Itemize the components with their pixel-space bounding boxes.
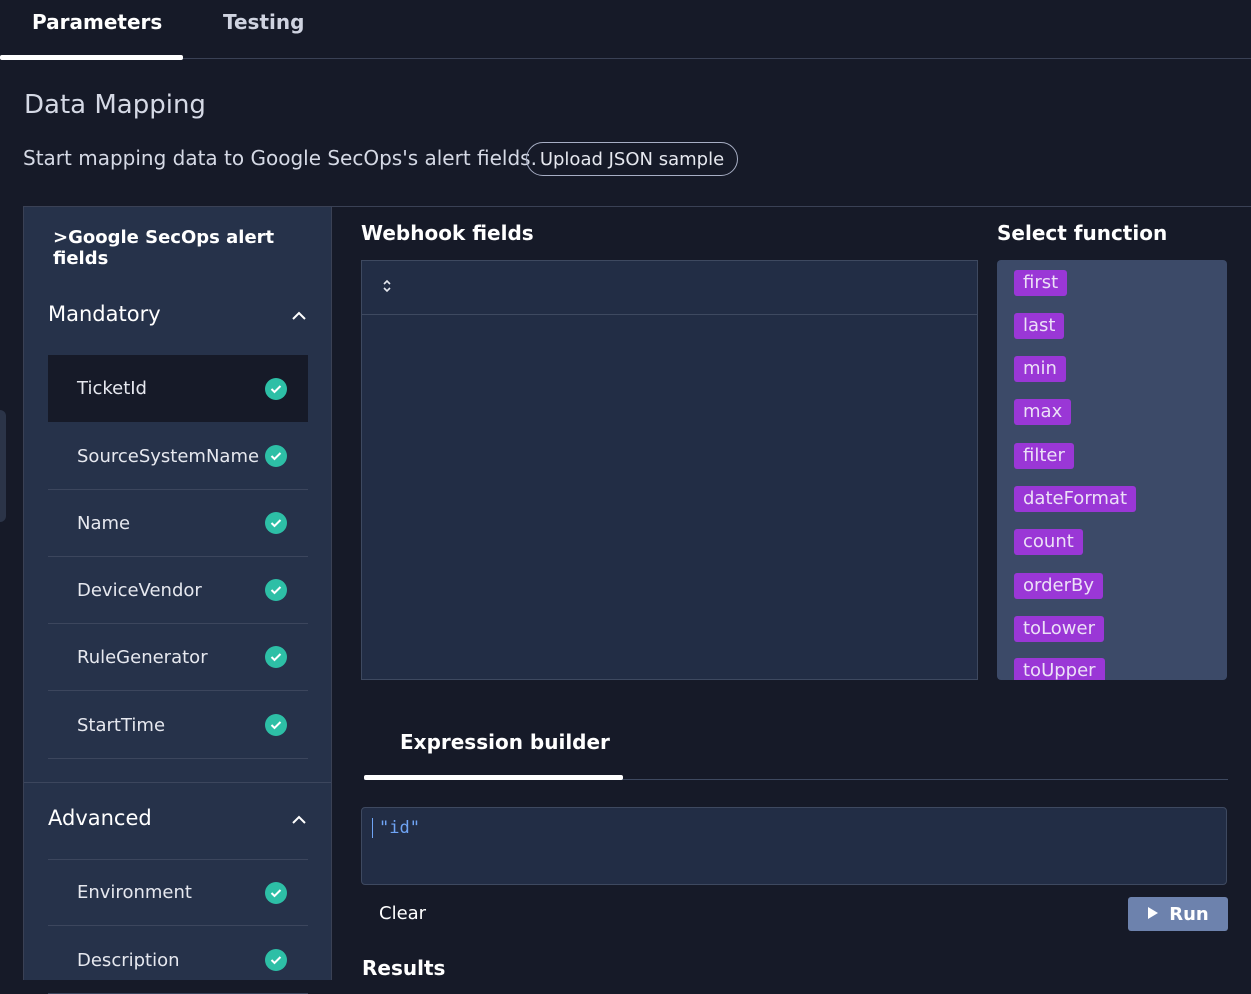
function-chip-last[interactable]: last xyxy=(1014,313,1065,339)
alert-fields-panel: >Google SecOps alert fields Mandatory Ti… xyxy=(24,207,332,994)
field-name: SourceSystemName xyxy=(77,445,260,467)
group-divider xyxy=(24,782,331,783)
data-mapping-area: >Google SecOps alert fields Mandatory Ti… xyxy=(23,206,1251,994)
upload-json-sample-button[interactable]: Upload JSON sample xyxy=(526,142,738,176)
field-name: Environment xyxy=(77,882,192,903)
field-item-name[interactable]: Name xyxy=(48,490,308,557)
expression-text: "id" xyxy=(379,818,420,838)
field-item-ticketid[interactable]: TicketId xyxy=(48,355,308,422)
chevron-up-icon xyxy=(292,809,306,828)
select-function-title: Select function xyxy=(997,221,1168,245)
field-name: Description xyxy=(77,949,180,971)
check-circle-icon xyxy=(265,646,287,668)
play-icon xyxy=(1147,904,1159,925)
clear-button[interactable]: Clear xyxy=(379,903,426,924)
function-chip-dateformat[interactable]: dateFormat xyxy=(1014,486,1137,512)
field-name: RuleGenerator xyxy=(77,646,208,668)
function-chip-filter[interactable]: filter xyxy=(1014,443,1074,469)
alert-fields-title: >Google SecOps alert fields xyxy=(53,227,275,269)
function-chip-min[interactable]: min xyxy=(1014,356,1066,382)
run-label: Run xyxy=(1169,903,1209,925)
webhook-field-select[interactable] xyxy=(362,261,977,315)
field-name: TicketId xyxy=(77,378,147,399)
expression-tab-indicator xyxy=(364,775,623,780)
field-name: DeviceVendor xyxy=(77,579,202,601)
chevron-up-icon xyxy=(292,305,306,324)
webhook-fields-box xyxy=(361,260,978,680)
tab-testing[interactable]: Testing xyxy=(223,10,304,34)
function-chip-first[interactable]: first xyxy=(1014,270,1068,296)
field-item-starttime[interactable]: StartTime xyxy=(48,692,308,759)
text-caret xyxy=(372,818,373,838)
side-collapse-handle[interactable] xyxy=(0,410,6,522)
advanced-label: Advanced xyxy=(48,806,152,830)
advanced-group-header[interactable]: Advanced xyxy=(48,803,308,833)
field-item-rulegenerator[interactable]: RuleGenerator xyxy=(48,624,308,691)
tab-expression-builder[interactable]: Expression builder xyxy=(400,730,610,754)
page-subtitle: Start mapping data to Google SecOps's al… xyxy=(23,146,537,170)
function-chip-toupper[interactable]: toUpper xyxy=(1014,658,1105,680)
field-item-devicevendor[interactable]: DeviceVendor xyxy=(48,557,308,624)
mandatory-label: Mandatory xyxy=(48,302,161,326)
check-circle-icon xyxy=(265,579,287,601)
check-circle-icon xyxy=(265,881,287,904)
check-circle-icon xyxy=(265,512,287,534)
expression-input[interactable]: "id" xyxy=(361,807,1227,885)
field-item-sourcesystemname[interactable]: SourceSystemName xyxy=(48,423,308,490)
check-circle-icon xyxy=(265,377,287,400)
function-chip-tolower[interactable]: toLower xyxy=(1014,616,1104,642)
field-item-environment[interactable]: Environment xyxy=(48,859,308,926)
check-circle-icon xyxy=(265,445,287,467)
tab-parameters[interactable]: Parameters xyxy=(32,10,162,34)
results-title: Results xyxy=(362,956,446,980)
field-name: StartTime xyxy=(77,714,166,736)
function-list: first last min max filter dateFormat cou… xyxy=(997,260,1227,680)
check-circle-icon xyxy=(265,949,287,971)
field-item-description[interactable]: Description xyxy=(48,927,308,994)
run-button[interactable]: Run xyxy=(1128,897,1228,931)
field-name: Name xyxy=(77,512,131,534)
check-circle-icon xyxy=(265,714,287,736)
function-chip-count[interactable]: count xyxy=(1014,529,1083,555)
function-chip-orderby[interactable]: orderBy xyxy=(1014,573,1103,599)
active-tab-indicator xyxy=(0,55,183,60)
function-chip-max[interactable]: max xyxy=(1014,399,1072,425)
mandatory-group-header[interactable]: Mandatory xyxy=(48,299,308,329)
top-tabs: Parameters Testing xyxy=(0,0,1251,60)
page-title: Data Mapping xyxy=(24,90,206,120)
webhook-fields-title: Webhook fields xyxy=(361,221,534,245)
sort-updown-icon xyxy=(382,278,392,298)
